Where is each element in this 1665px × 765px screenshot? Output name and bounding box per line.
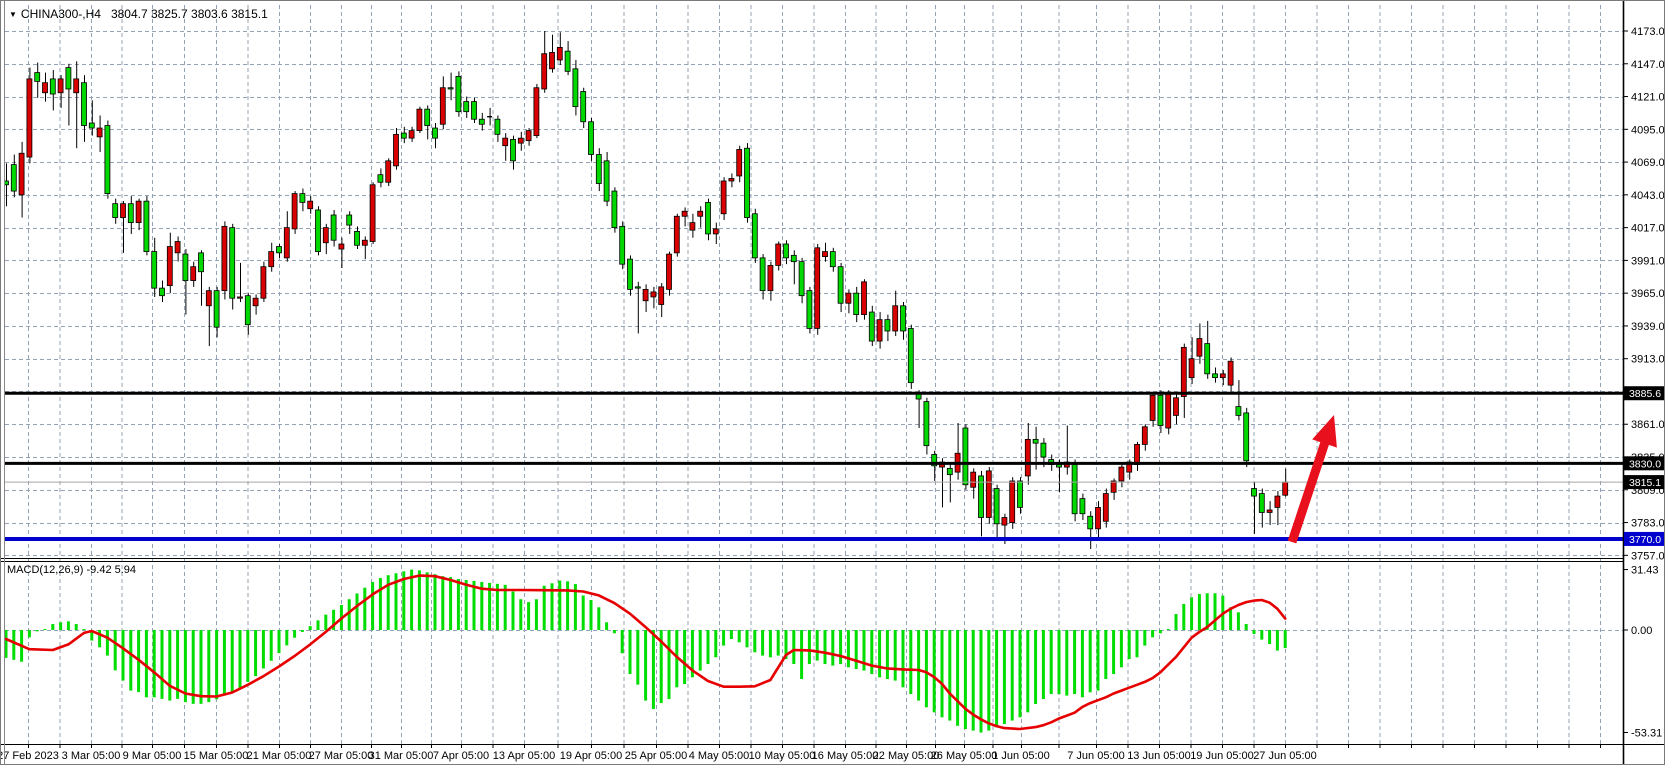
date-tick-label: 13 Jun 05:00 bbox=[1127, 750, 1191, 762]
price-tick-label: 3861.0 bbox=[1631, 419, 1665, 431]
date-tick-label: 1 Jun 05:00 bbox=[992, 750, 1050, 762]
price-tick-label: 4069.0 bbox=[1631, 157, 1665, 169]
macd-axis-label: -53.31 bbox=[1631, 728, 1662, 740]
date-tick-label: 3 Mar 05:00 bbox=[62, 750, 121, 762]
macd-indicator-label: MACD(12,26,9) -9.42 5.94 bbox=[7, 564, 136, 576]
macd-params: MACD(12,26,9) bbox=[7, 564, 83, 576]
macd-current-values: -9.42 5.94 bbox=[86, 564, 136, 576]
date-tick-label: 7 Apr 05:00 bbox=[433, 750, 489, 762]
price-tick-label: 4173.0 bbox=[1631, 26, 1665, 38]
price-line-label-box[interactable]: 3830.0 bbox=[1624, 456, 1665, 470]
price-line-value: 3770.0 bbox=[1629, 534, 1661, 546]
symbol-period-label: CHINA300-,H4 bbox=[21, 7, 101, 21]
macd-axis-label: 0.00 bbox=[1631, 625, 1652, 637]
date-tick-label: 27 Feb 2023 bbox=[1, 750, 59, 762]
date-tick-label: 9 Mar 05:00 bbox=[123, 750, 182, 762]
date-tick-label: 19 Apr 05:00 bbox=[560, 750, 622, 762]
date-tick-label: 16 May 05:00 bbox=[812, 750, 879, 762]
ohlc-values: 3804.7 3825.7 3803.6 3815.1 bbox=[111, 7, 268, 21]
date-tick-label: 27 Jun 05:00 bbox=[1253, 750, 1317, 762]
price-tick-label: 4017.0 bbox=[1631, 223, 1665, 235]
price-tick-label: 3965.0 bbox=[1631, 288, 1665, 300]
date-tick-label: 26 May 05:00 bbox=[931, 750, 998, 762]
date-tick-label: 25 Apr 05:00 bbox=[625, 750, 687, 762]
price-tick-label: 4121.0 bbox=[1631, 92, 1665, 104]
macd-axis-label: 31.43 bbox=[1631, 565, 1659, 577]
price-tick-label: 4147.0 bbox=[1631, 59, 1665, 71]
price-line-label-box[interactable]: 3885.6 bbox=[1624, 386, 1665, 400]
price-tick-label: 3757.0 bbox=[1631, 550, 1665, 562]
price-tick-label: 3991.0 bbox=[1631, 255, 1665, 267]
chart-canvas[interactable]: 4173.0 4147.0 4121.0 4095.0 4069.0 4043.0 4017… bbox=[1, 1, 1665, 765]
price-tick-label: 4095.0 bbox=[1631, 124, 1665, 136]
date-tick-label: 13 Apr 05:00 bbox=[493, 750, 555, 762]
date-tick-label: 22 May 05:00 bbox=[873, 750, 940, 762]
price-line-value: 3815.1 bbox=[1629, 477, 1661, 489]
price-line-label-box[interactable]: 3815.1 bbox=[1624, 475, 1665, 489]
price-line-value: 3830.0 bbox=[1629, 458, 1661, 470]
date-tick-label: 4 May 05:00 bbox=[689, 750, 750, 762]
symbol-title[interactable]: ▼ CHINA300-,H4 3804.7 3825.7 3803.6 3815.1 bbox=[9, 7, 268, 21]
date-tick-label: 15 Mar 05:00 bbox=[184, 750, 249, 762]
price-tick-label: 4043.0 bbox=[1631, 190, 1665, 202]
date-tick-label: 7 Jun 05:00 bbox=[1067, 750, 1125, 762]
date-tick-label: 10 May 05:00 bbox=[749, 750, 816, 762]
price-tick-label: 3783.0 bbox=[1631, 518, 1665, 530]
price-line-value: 3885.6 bbox=[1629, 388, 1661, 400]
price-tick-label: 3939.0 bbox=[1631, 321, 1665, 333]
date-tick-label: 31 Mar 05:00 bbox=[369, 750, 434, 762]
date-tick-label: 19 Jun 05:00 bbox=[1190, 750, 1254, 762]
trading-chart-window[interactable]: 4173.0 4147.0 4121.0 4095.0 4069.0 4043.0 4017… bbox=[0, 0, 1665, 765]
chevron-down-icon[interactable]: ▼ bbox=[9, 10, 17, 19]
price-tick-label: 3913.0 bbox=[1631, 354, 1665, 366]
price-line-label-box[interactable]: 3770.0 bbox=[1624, 532, 1665, 546]
window-left-border bbox=[4, 1, 5, 765]
date-tick-label: 27 Mar 05:00 bbox=[309, 750, 374, 762]
date-tick-label: 21 Mar 05:00 bbox=[247, 750, 312, 762]
